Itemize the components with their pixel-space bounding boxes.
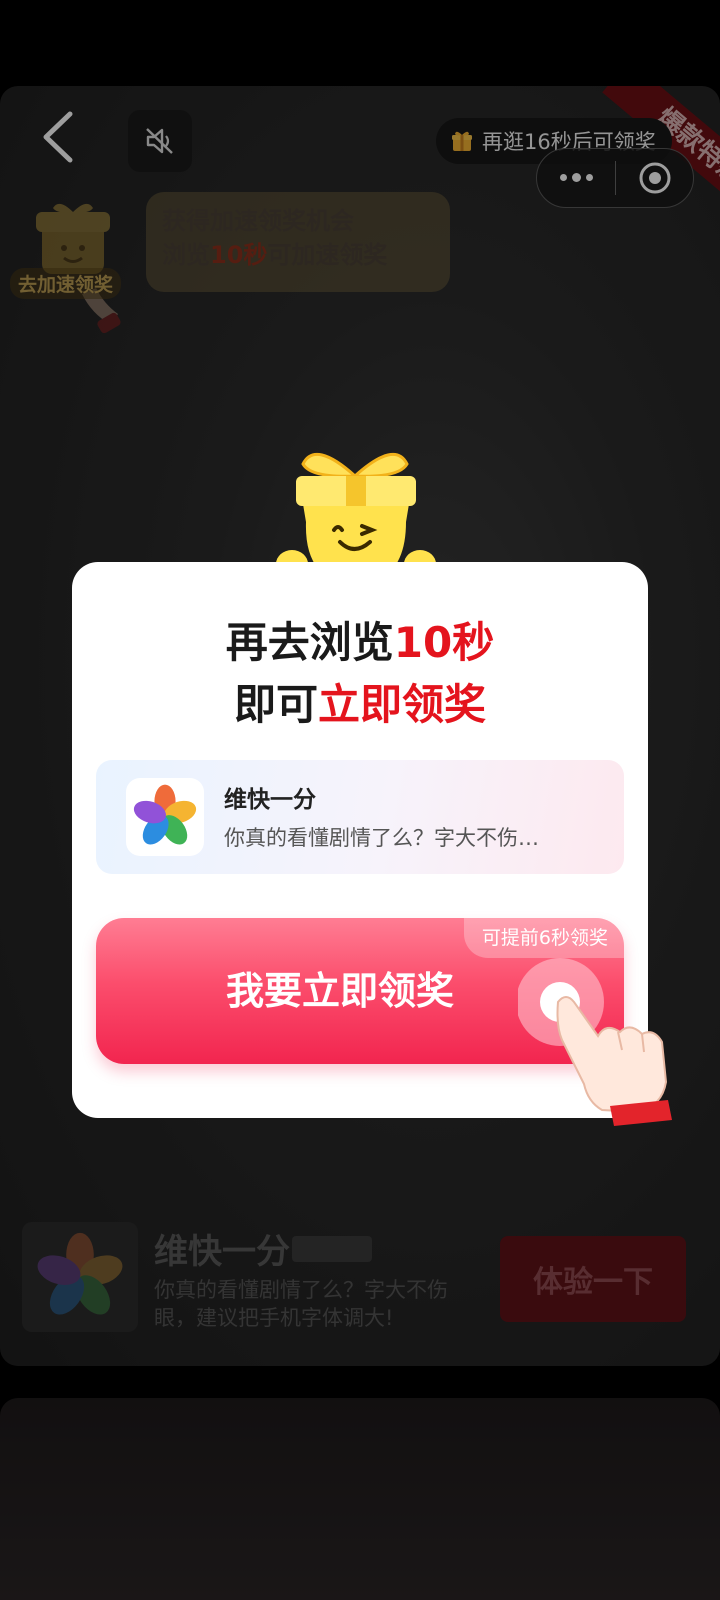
modal-title: 再去浏览10秒 即可立即领奖: [72, 612, 648, 736]
bottom-app-desc: 你真的看懂剧情了么？字大不伤眼，建议把手机字体调大!: [154, 1278, 448, 1330]
bottom-panel: [0, 1398, 720, 1600]
app-icon: [126, 778, 204, 856]
mute-icon: [146, 128, 173, 154]
gift-icon: [452, 131, 472, 151]
speed-tip-line2: 浏览10秒可加速领奖: [162, 241, 388, 269]
mute-button[interactable]: [128, 110, 192, 172]
title-line-2: 即可立即领奖: [233, 680, 487, 729]
speed-tip-line1: 获得加速领奖机会: [162, 207, 354, 235]
back-arrow-icon[interactable]: [36, 108, 86, 166]
more-icon[interactable]: [537, 173, 615, 182]
app-card[interactable]: 维快一分 你真的看懂剧情了么？字大不伤…: [96, 760, 624, 874]
speed-mascot-label[interactable]: 去加速领奖: [10, 268, 122, 299]
miniapp-capsule: [536, 148, 694, 208]
pinwheel-icon: [37, 1232, 123, 1315]
try-it-button[interactable]: 体验一下: [500, 1236, 686, 1322]
app-logo: [22, 1222, 138, 1332]
pointing-hand-icon: [518, 958, 672, 1126]
pinwheel-icon: [133, 784, 197, 845]
bottom-app-tag: [292, 1236, 372, 1262]
bottom-app-name: 维快一分: [154, 1232, 290, 1272]
title-line-1: 再去浏览10秒: [225, 618, 495, 667]
bottom-app-banner[interactable]: 维快一分 你真的看懂剧情了么？字大不伤眼，建议把手机字体调大! 体验一下: [22, 1222, 698, 1332]
app-name: 维快一分: [224, 787, 316, 813]
speed-tip-bubble[interactable]: 获得加速领奖机会 浏览10秒可加速领奖: [146, 192, 450, 292]
close-target-icon[interactable]: [616, 160, 693, 196]
app-desc: 你真的看懂剧情了么？字大不伤…: [224, 826, 539, 850]
